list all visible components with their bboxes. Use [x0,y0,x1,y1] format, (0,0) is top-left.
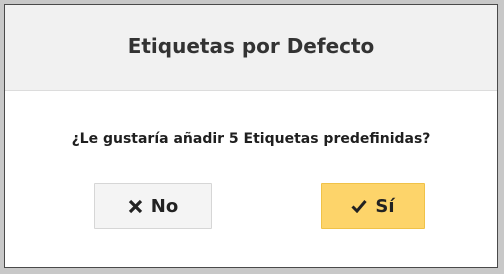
dialog-body: ¿Le gustaría añadir 5 Etiquetas predefin… [5,91,497,267]
yes-button[interactable]: Sí [321,183,425,229]
yes-button-label: Sí [375,195,395,217]
dialog-message: ¿Le gustaría añadir 5 Etiquetas predefin… [71,131,431,147]
dialog-header: Etiquetas por Defecto [5,5,497,91]
dialog-title: Etiquetas por Defecto [127,33,375,58]
close-icon [128,199,143,214]
default-tags-dialog: Etiquetas por Defecto ¿Le gustaría añadi… [4,4,498,268]
no-button-label: No [150,195,179,217]
checkmark-icon [351,199,368,213]
no-button[interactable]: No [94,183,212,229]
